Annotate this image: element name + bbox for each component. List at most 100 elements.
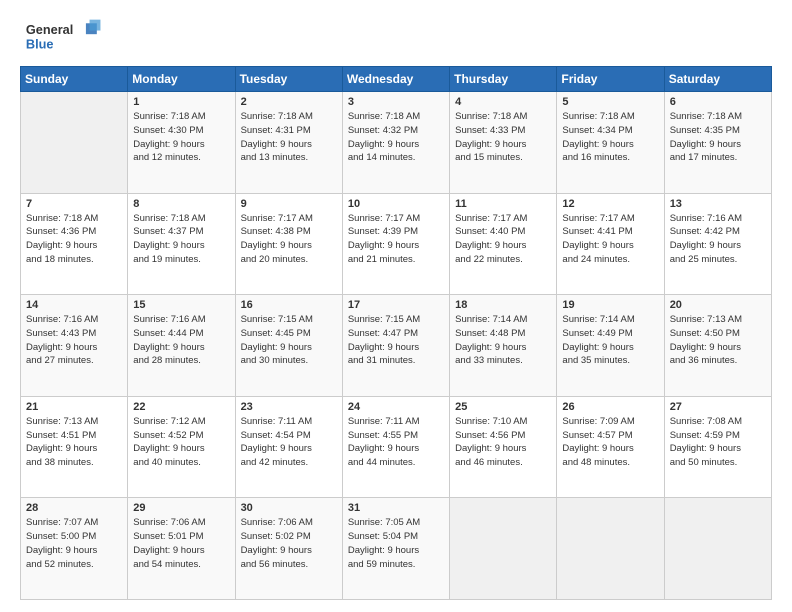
calendar-week-row: 28Sunrise: 7:07 AMSunset: 5:00 PMDayligh…: [21, 498, 772, 600]
day-info: Sunrise: 7:06 AMSunset: 5:02 PMDaylight:…: [241, 516, 337, 571]
day-info: Sunrise: 7:17 AMSunset: 4:39 PMDaylight:…: [348, 212, 444, 267]
calendar-cell: 31 Sunrise: 7:05 AMSunset: 5:04 PMDayligh…: [342, 498, 449, 600]
day-info: Sunrise: 7:16 AMSunset: 4:43 PMDaylight:…: [26, 313, 122, 368]
calendar-week-row: 7 Sunrise: 7:18 AMSunset: 4:36 PMDaylight…: [21, 193, 772, 295]
calendar-cell: 21 Sunrise: 7:13 AMSunset: 4:51 PMDayligh…: [21, 396, 128, 498]
day-info: Sunrise: 7:15 AMSunset: 4:45 PMDaylight:…: [241, 313, 337, 368]
calendar-cell: 30 Sunrise: 7:06 AMSunset: 5:02 PMDayligh…: [235, 498, 342, 600]
calendar-cell: 29Sunrise: 7:06 AMSunset: 5:01 PMDayligh…: [128, 498, 235, 600]
logo: General Blue: [20, 16, 110, 56]
calendar-cell: 1 Sunrise: 7:18 AMSunset: 4:30 PMDaylight…: [128, 92, 235, 194]
day-info: Sunrise: 7:12 AMSunset: 4:52 PMDaylight:…: [133, 415, 229, 470]
header: General Blue: [20, 16, 772, 56]
calendar-week-row: 1 Sunrise: 7:18 AMSunset: 4:30 PMDaylight…: [21, 92, 772, 194]
day-info: Sunrise: 7:18 AMSunset: 4:36 PMDaylight:…: [26, 212, 122, 267]
day-number: 26: [562, 401, 658, 413]
day-info: Sunrise: 7:17 AMSunset: 4:40 PMDaylight:…: [455, 212, 551, 267]
calendar-cell: 22 Sunrise: 7:12 AMSunset: 4:52 PMDayligh…: [128, 396, 235, 498]
calendar-cell: 11 Sunrise: 7:17 AMSunset: 4:40 PMDayligh…: [450, 193, 557, 295]
calendar-cell: 6 Sunrise: 7:18 AMSunset: 4:35 PMDaylight…: [664, 92, 771, 194]
day-info: Sunrise: 7:18 AMSunset: 4:37 PMDaylight:…: [133, 212, 229, 267]
day-number: 20: [670, 299, 766, 311]
calendar-cell: 2 Sunrise: 7:18 AMSunset: 4:31 PMDaylight…: [235, 92, 342, 194]
calendar-cell: 19 Sunrise: 7:14 AMSunset: 4:49 PMDayligh…: [557, 295, 664, 397]
day-info: Sunrise: 7:09 AMSunset: 4:57 PMDaylight:…: [562, 415, 658, 470]
day-info: Sunrise: 7:16 AMSunset: 4:44 PMDaylight:…: [133, 313, 229, 368]
day-number: 10: [348, 198, 444, 210]
day-number: 13: [670, 198, 766, 210]
day-info: Sunrise: 7:18 AMSunset: 4:35 PMDaylight:…: [670, 110, 766, 165]
calendar-day-header: Saturday: [664, 67, 771, 92]
day-info: Sunrise: 7:11 AMSunset: 4:55 PMDaylight:…: [348, 415, 444, 470]
day-number: 3: [348, 96, 444, 108]
day-number: 25: [455, 401, 551, 413]
calendar-day-header: Sunday: [21, 67, 128, 92]
day-number: 27: [670, 401, 766, 413]
day-number: 6: [670, 96, 766, 108]
page: General Blue SundayMondayTuesdayWednesda…: [0, 0, 792, 612]
calendar-cell: 4 Sunrise: 7:18 AMSunset: 4:33 PMDaylight…: [450, 92, 557, 194]
day-number: 4: [455, 96, 551, 108]
day-number: 30: [241, 502, 337, 514]
calendar-cell: 16Sunrise: 7:15 AMSunset: 4:45 PMDayligh…: [235, 295, 342, 397]
calendar-week-row: 21 Sunrise: 7:13 AMSunset: 4:51 PMDayligh…: [21, 396, 772, 498]
day-info: Sunrise: 7:15 AMSunset: 4:47 PMDaylight:…: [348, 313, 444, 368]
day-info: Sunrise: 7:13 AMSunset: 4:50 PMDaylight:…: [670, 313, 766, 368]
day-info: Sunrise: 7:14 AMSunset: 4:48 PMDaylight:…: [455, 313, 551, 368]
calendar-day-header: Monday: [128, 67, 235, 92]
day-info: Sunrise: 7:05 AMSunset: 5:04 PMDaylight:…: [348, 516, 444, 571]
day-number: 9: [241, 198, 337, 210]
calendar-cell: 25Sunrise: 7:10 AMSunset: 4:56 PMDayligh…: [450, 396, 557, 498]
day-number: 31: [348, 502, 444, 514]
day-info: Sunrise: 7:18 AMSunset: 4:33 PMDaylight:…: [455, 110, 551, 165]
calendar-cell: 9 Sunrise: 7:17 AMSunset: 4:38 PMDaylight…: [235, 193, 342, 295]
calendar-cell: 27 Sunrise: 7:08 AMSunset: 4:59 PMDayligh…: [664, 396, 771, 498]
calendar-cell: 26 Sunrise: 7:09 AMSunset: 4:57 PMDayligh…: [557, 396, 664, 498]
calendar-cell: 28Sunrise: 7:07 AMSunset: 5:00 PMDayligh…: [21, 498, 128, 600]
calendar-cell: [21, 92, 128, 194]
day-number: 11: [455, 198, 551, 210]
day-number: 15: [133, 299, 229, 311]
day-info: Sunrise: 7:18 AMSunset: 4:34 PMDaylight:…: [562, 110, 658, 165]
day-number: 8: [133, 198, 229, 210]
day-number: 7: [26, 198, 122, 210]
calendar-cell: 23Sunrise: 7:11 AMSunset: 4:54 PMDayligh…: [235, 396, 342, 498]
day-number: 14: [26, 299, 122, 311]
calendar-table: SundayMondayTuesdayWednesdayThursdayFrid…: [20, 66, 772, 600]
calendar-cell: 17Sunrise: 7:15 AMSunset: 4:47 PMDayligh…: [342, 295, 449, 397]
day-info: Sunrise: 7:18 AMSunset: 4:32 PMDaylight:…: [348, 110, 444, 165]
day-number: 21: [26, 401, 122, 413]
calendar-cell: 24Sunrise: 7:11 AMSunset: 4:55 PMDayligh…: [342, 396, 449, 498]
day-number: 22: [133, 401, 229, 413]
day-info: Sunrise: 7:17 AMSunset: 4:41 PMDaylight:…: [562, 212, 658, 267]
day-info: Sunrise: 7:18 AMSunset: 4:31 PMDaylight:…: [241, 110, 337, 165]
calendar-cell: 3 Sunrise: 7:18 AMSunset: 4:32 PMDaylight…: [342, 92, 449, 194]
calendar-cell: 13Sunrise: 7:16 AMSunset: 4:42 PMDayligh…: [664, 193, 771, 295]
logo-svg: General Blue: [20, 16, 110, 56]
day-info: Sunrise: 7:17 AMSunset: 4:38 PMDaylight:…: [241, 212, 337, 267]
calendar-day-header: Tuesday: [235, 67, 342, 92]
day-number: 12: [562, 198, 658, 210]
day-number: 2: [241, 96, 337, 108]
day-number: 5: [562, 96, 658, 108]
day-info: Sunrise: 7:07 AMSunset: 5:00 PMDaylight:…: [26, 516, 122, 571]
day-info: Sunrise: 7:18 AMSunset: 4:30 PMDaylight:…: [133, 110, 229, 165]
calendar-cell: 12 Sunrise: 7:17 AMSunset: 4:41 PMDayligh…: [557, 193, 664, 295]
day-info: Sunrise: 7:06 AMSunset: 5:01 PMDaylight:…: [133, 516, 229, 571]
day-info: Sunrise: 7:14 AMSunset: 4:49 PMDaylight:…: [562, 313, 658, 368]
day-number: 23: [241, 401, 337, 413]
calendar-week-row: 14 Sunrise: 7:16 AMSunset: 4:43 PMDayligh…: [21, 295, 772, 397]
calendar-cell: [664, 498, 771, 600]
calendar-cell: [450, 498, 557, 600]
calendar-header-row: SundayMondayTuesdayWednesdayThursdayFrid…: [21, 67, 772, 92]
day-number: 1: [133, 96, 229, 108]
calendar-day-header: Wednesday: [342, 67, 449, 92]
day-info: Sunrise: 7:08 AMSunset: 4:59 PMDaylight:…: [670, 415, 766, 470]
calendar-day-header: Thursday: [450, 67, 557, 92]
calendar-cell: 20 Sunrise: 7:13 AMSunset: 4:50 PMDayligh…: [664, 295, 771, 397]
svg-text:General: General: [26, 22, 73, 37]
day-info: Sunrise: 7:13 AMSunset: 4:51 PMDaylight:…: [26, 415, 122, 470]
calendar-cell: 18Sunrise: 7:14 AMSunset: 4:48 PMDayligh…: [450, 295, 557, 397]
day-number: 19: [562, 299, 658, 311]
calendar-cell: 14 Sunrise: 7:16 AMSunset: 4:43 PMDayligh…: [21, 295, 128, 397]
